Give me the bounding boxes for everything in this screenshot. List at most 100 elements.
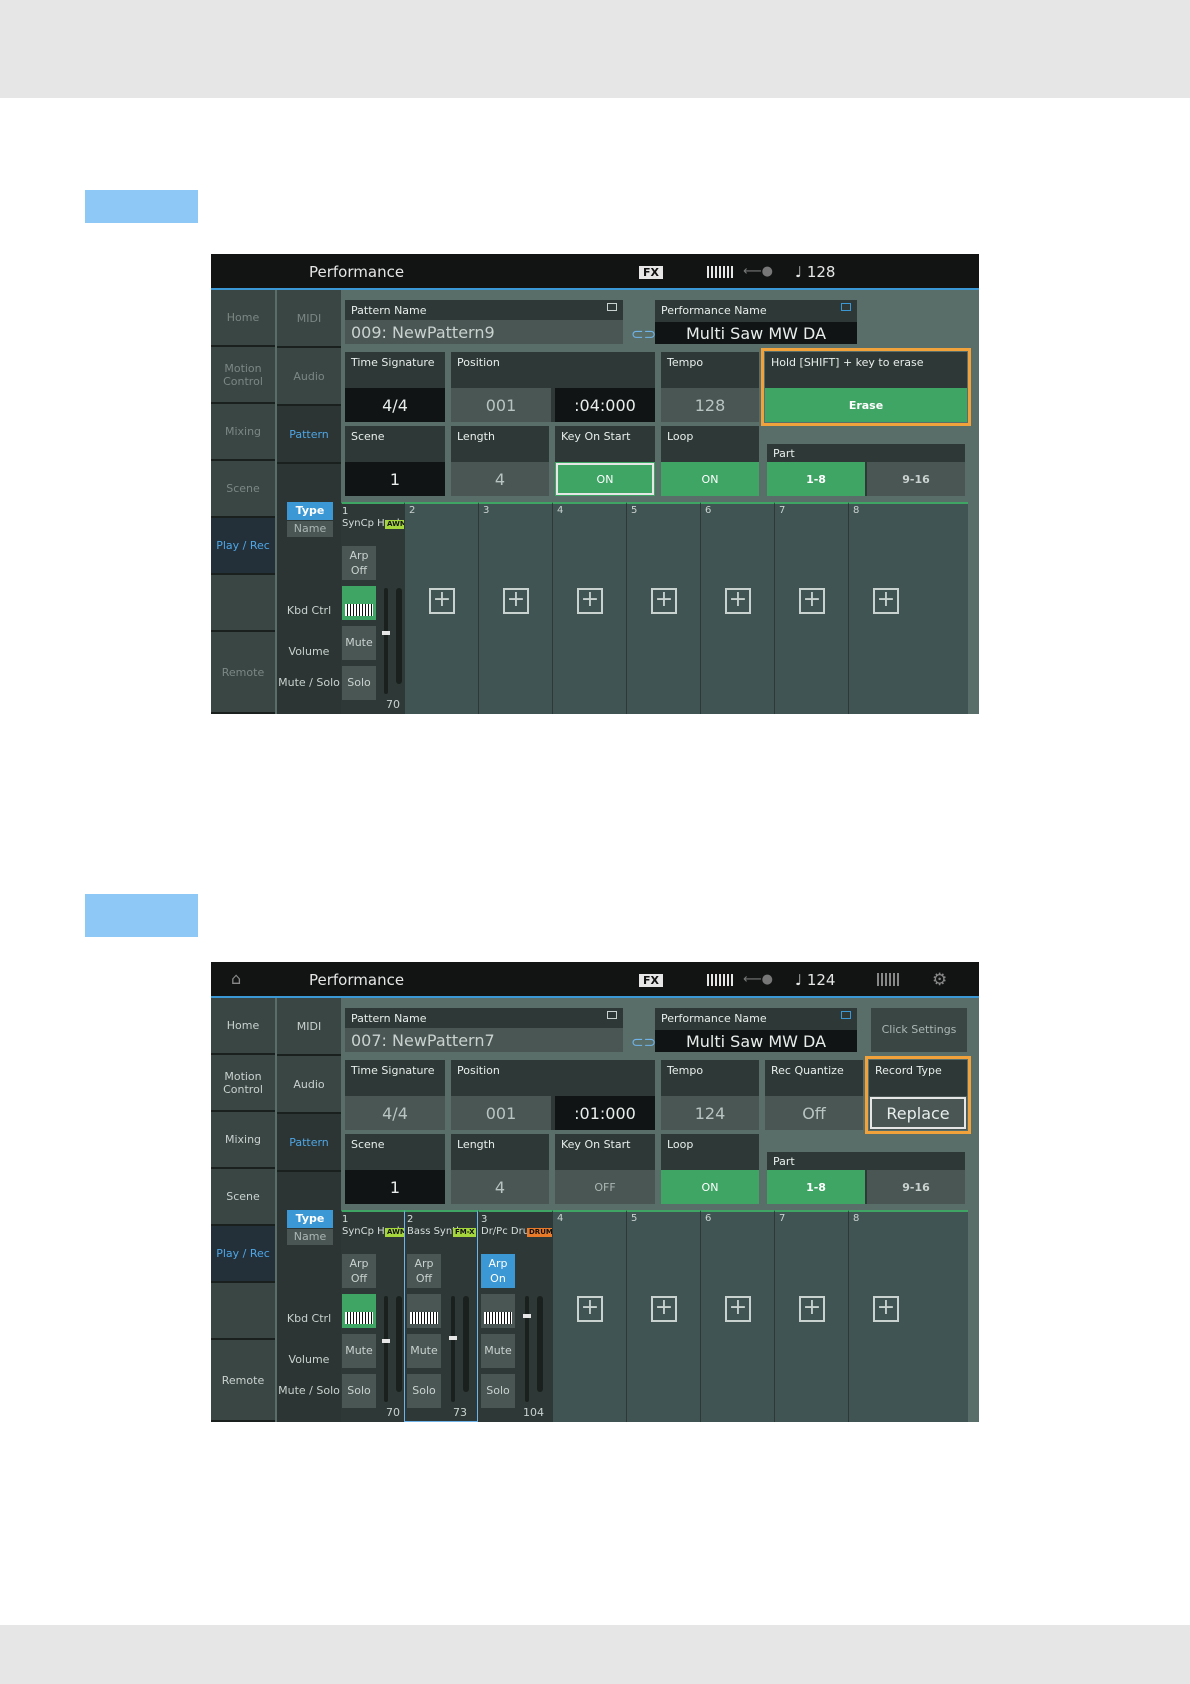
- part-1-volume-slider[interactable]: [382, 1296, 390, 1402]
- part-9-16-button[interactable]: 9-16: [867, 462, 965, 496]
- nav-remote[interactable]: Remote: [211, 632, 275, 714]
- part-2-column[interactable]: 2 +: [404, 502, 478, 714]
- add-part-icon[interactable]: +: [577, 588, 603, 614]
- part-2-volume-fader[interactable]: [463, 1296, 469, 1392]
- add-part-icon[interactable]: +: [651, 588, 677, 614]
- link-icon[interactable]: ⊂⊃: [631, 325, 656, 343]
- add-part-icon[interactable]: +: [651, 1296, 677, 1322]
- pattern-name-field[interactable]: Pattern Name 007: NewPattern7: [345, 1008, 623, 1052]
- add-part-icon[interactable]: +: [873, 1296, 899, 1322]
- part-8-column[interactable]: 8 +: [848, 1210, 968, 1422]
- part-1-solo-button[interactable]: Solo: [342, 666, 376, 700]
- key-on-start-toggle[interactable]: ON: [555, 462, 655, 496]
- part-1-volume-slider[interactable]: [382, 588, 390, 694]
- fx-icon[interactable]: FX: [639, 974, 663, 987]
- gear-icon[interactable]: ⚙: [932, 970, 947, 990]
- part-8-column[interactable]: 8 +: [848, 502, 968, 714]
- nav-scene[interactable]: Scene: [211, 461, 275, 518]
- nav-play-rec[interactable]: Play / Rec: [211, 518, 275, 575]
- part-1-8-button[interactable]: 1-8: [767, 1170, 865, 1204]
- name-button[interactable]: Name: [287, 521, 333, 537]
- add-part-icon[interactable]: +: [873, 588, 899, 614]
- part-2-kbd-ctrl-button[interactable]: [407, 1294, 441, 1328]
- part-4-column[interactable]: 4 +: [552, 502, 626, 714]
- add-part-icon[interactable]: +: [577, 1296, 603, 1322]
- part-3-mute-button[interactable]: Mute: [481, 1334, 515, 1368]
- nav-motion-control[interactable]: Motion Control: [211, 347, 275, 404]
- add-part-icon[interactable]: +: [799, 588, 825, 614]
- tempo-display[interactable]: ♩ 124: [795, 971, 835, 989]
- click-settings-button[interactable]: Click Settings: [871, 1008, 967, 1052]
- type-button[interactable]: Type: [287, 1210, 333, 1228]
- part-1-volume-fader[interactable]: [396, 588, 402, 684]
- part-2-volume-slider[interactable]: [449, 1296, 457, 1402]
- part-7-column[interactable]: 7 +: [774, 1210, 848, 1422]
- time-signature-field[interactable]: Time Signature 4/4: [345, 352, 445, 422]
- subnav-pattern[interactable]: Pattern: [277, 1114, 341, 1172]
- add-part-icon[interactable]: +: [429, 588, 455, 614]
- part-5-column[interactable]: 5 +: [626, 1210, 700, 1422]
- part-3-kbd-ctrl-button[interactable]: [481, 1294, 515, 1328]
- subnav-midi[interactable]: MIDI: [277, 290, 341, 348]
- loop-toggle[interactable]: ON: [661, 462, 759, 496]
- nav-mixing[interactable]: Mixing: [211, 404, 275, 461]
- scene-field[interactable]: Scene 1: [345, 426, 445, 496]
- part-1-mute-button[interactable]: Mute: [342, 1334, 376, 1368]
- part-1-arp-button[interactable]: Arp Off: [342, 546, 376, 580]
- nav-motion-control[interactable]: Motion Control: [211, 1055, 275, 1112]
- type-button[interactable]: Type: [287, 502, 333, 520]
- part-1-solo-button[interactable]: Solo: [342, 1374, 376, 1408]
- part-3-solo-button[interactable]: Solo: [481, 1374, 515, 1408]
- part-2-mute-button[interactable]: Mute: [407, 1334, 441, 1368]
- part-7-column[interactable]: 7 +: [774, 502, 848, 714]
- part-2-arp-button[interactable]: Arp Off: [407, 1254, 441, 1288]
- subnav-audio[interactable]: Audio: [277, 1056, 341, 1114]
- add-part-icon[interactable]: +: [725, 1296, 751, 1322]
- length-field[interactable]: Length 4: [451, 1134, 549, 1204]
- name-button[interactable]: Name: [287, 1229, 333, 1245]
- part-3-column[interactable]: 3 +: [478, 502, 552, 714]
- add-part-icon[interactable]: +: [503, 588, 529, 614]
- add-part-icon[interactable]: +: [799, 1296, 825, 1322]
- part-2-solo-button[interactable]: Solo: [407, 1374, 441, 1408]
- nav-remote[interactable]: Remote: [211, 1340, 275, 1422]
- home-icon[interactable]: ⌂: [231, 971, 251, 987]
- scene-field[interactable]: Scene 1: [345, 1134, 445, 1204]
- nav-scene[interactable]: Scene: [211, 1169, 275, 1226]
- nav-home[interactable]: Home: [211, 998, 275, 1055]
- part-4-column[interactable]: 4 +: [552, 1210, 626, 1422]
- part-1-mute-button[interactable]: Mute: [342, 626, 376, 660]
- part-9-16-button[interactable]: 9-16: [867, 1170, 965, 1204]
- part-3-arp-button[interactable]: Arp On: [481, 1254, 515, 1288]
- time-signature-field[interactable]: Time Signature 4/4: [345, 1060, 445, 1130]
- part-3-volume-slider[interactable]: [523, 1296, 531, 1402]
- key-on-start-toggle[interactable]: OFF: [555, 1170, 655, 1204]
- tempo-field[interactable]: Tempo 128: [661, 352, 759, 422]
- part-5-column[interactable]: 5 +: [626, 502, 700, 714]
- add-part-icon[interactable]: +: [725, 588, 751, 614]
- subnav-audio[interactable]: Audio: [277, 348, 341, 406]
- rec-quantize-field[interactable]: Rec Quantize Off: [765, 1060, 863, 1130]
- subnav-pattern[interactable]: Pattern: [277, 406, 341, 464]
- performance-name-field[interactable]: Performance Name Multi Saw MW DA: [655, 300, 857, 344]
- part-1-kbd-ctrl-button[interactable]: [342, 586, 376, 620]
- tempo-display[interactable]: ♩ 128: [795, 263, 835, 281]
- position-field[interactable]: Position 001 :01:000: [451, 1060, 655, 1130]
- link-icon[interactable]: ⊂⊃: [631, 1033, 656, 1051]
- quick-access-icon[interactable]: [877, 973, 899, 986]
- loop-toggle[interactable]: ON: [661, 1170, 759, 1204]
- performance-name-field[interactable]: Performance Name Multi Saw MW DA: [655, 1008, 857, 1052]
- fx-icon[interactable]: FX: [639, 266, 663, 279]
- part-6-column[interactable]: 6 +: [700, 502, 774, 714]
- length-field[interactable]: Length 4: [451, 426, 549, 496]
- part-1-8-button[interactable]: 1-8: [767, 462, 865, 496]
- part-1-volume-fader[interactable]: [396, 1296, 402, 1392]
- position-field[interactable]: Position 001 :04:000: [451, 352, 655, 422]
- tempo-field[interactable]: Tempo 124: [661, 1060, 759, 1130]
- part-1-kbd-ctrl-button[interactable]: [342, 1294, 376, 1328]
- pattern-name-field[interactable]: Pattern Name 009: NewPattern9: [345, 300, 623, 344]
- part-3-volume-fader[interactable]: [537, 1296, 543, 1392]
- subnav-midi[interactable]: MIDI: [277, 998, 341, 1056]
- nav-mixing[interactable]: Mixing: [211, 1112, 275, 1169]
- nav-play-rec[interactable]: Play / Rec: [211, 1226, 275, 1283]
